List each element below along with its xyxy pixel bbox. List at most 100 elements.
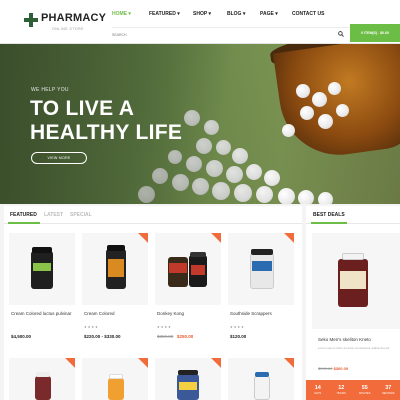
nav-home[interactable]: HOME ▾ bbox=[112, 11, 131, 17]
product-card[interactable] bbox=[155, 358, 221, 400]
tab-special[interactable]: SPECIAL bbox=[70, 212, 92, 218]
sale-ribbon bbox=[134, 233, 148, 247]
product-image[interactable] bbox=[155, 358, 221, 400]
product-rating: ★★★★ bbox=[157, 325, 172, 329]
product-card[interactable] bbox=[228, 358, 294, 400]
site-header: PHARMACY ONLINE STORE HOME ▾ FEATURED ▾ … bbox=[0, 0, 400, 44]
featured-products-panel: FEATURED LATEST SPECIAL Cream Colored lu… bbox=[4, 206, 302, 400]
product-lid bbox=[190, 252, 206, 257]
sale-ribbon bbox=[134, 358, 148, 372]
product-image[interactable] bbox=[228, 358, 294, 400]
product-lid bbox=[109, 374, 123, 379]
sale-ribbon bbox=[61, 358, 75, 372]
product-price: $120.00 bbox=[230, 334, 247, 339]
countdown-days: 14 DAYS bbox=[306, 380, 330, 400]
countdown-minutes: 55 MINUTES bbox=[353, 380, 377, 400]
product-label bbox=[340, 271, 366, 289]
product-card[interactable]: Cream Colored luctus pulvinar $4,500.00 bbox=[9, 233, 75, 353]
best-deals-header: BEST DEALS bbox=[306, 206, 400, 224]
deal-product-description: Lorem ipsum dolor sit amet consectetur a… bbox=[318, 346, 390, 350]
cart-button[interactable]: 0 ITEM(S) - $0.00 bbox=[350, 24, 400, 42]
product-old-price: $350.00 bbox=[157, 334, 174, 339]
search-icon[interactable] bbox=[338, 31, 344, 37]
product-tabs: FEATURED LATEST SPECIAL bbox=[4, 206, 302, 224]
countdown-seconds: 37 SECONDS bbox=[377, 380, 400, 400]
sale-ribbon bbox=[280, 358, 294, 372]
product-lid bbox=[178, 370, 198, 375]
deal-product-image[interactable] bbox=[312, 233, 400, 329]
product-image[interactable] bbox=[228, 233, 294, 305]
product-image[interactable] bbox=[82, 233, 148, 305]
best-deals-panel: BEST DEALS Seko Men's skeliton Kneto Lor… bbox=[306, 206, 400, 400]
deal-product-name[interactable]: Seko Men's skeliton Kneto bbox=[318, 337, 398, 342]
product-name[interactable]: Cream Colored bbox=[84, 310, 148, 317]
nav-featured[interactable]: FEATURED ▾ bbox=[149, 11, 180, 17]
deal-old-price: $390.00 bbox=[318, 366, 333, 371]
product-bottle bbox=[254, 376, 270, 400]
product-price: $220.00 - $330.00 bbox=[84, 334, 121, 339]
nav-shop[interactable]: SHOP ▾ bbox=[193, 11, 211, 17]
page: PHARMACY ONLINE STORE HOME ▾ FEATURED ▾ … bbox=[0, 0, 400, 400]
best-deals-title: BEST DEALS bbox=[313, 212, 345, 218]
countdown-value: 37 bbox=[385, 385, 392, 391]
countdown-value: 55 bbox=[361, 385, 368, 391]
logo-tagline: ONLINE STORE bbox=[52, 27, 84, 31]
product-lid bbox=[32, 247, 52, 253]
countdown-label: SECONDS bbox=[382, 392, 395, 395]
medical-cross-icon bbox=[24, 13, 38, 27]
active-tab-indicator bbox=[8, 222, 40, 224]
product-rating: ★★★★ bbox=[84, 325, 99, 329]
hero-kicker: WE HELP YOU bbox=[31, 87, 69, 93]
product-name[interactable]: Cream Colored luctus pulvinar bbox=[11, 310, 75, 317]
product-lid bbox=[251, 249, 273, 255]
product-card[interactable] bbox=[82, 358, 148, 400]
product-tub bbox=[250, 253, 274, 289]
tab-latest[interactable]: LATEST bbox=[44, 212, 63, 218]
product-image[interactable] bbox=[9, 358, 75, 400]
nav-contact-us[interactable]: CONTACT US bbox=[292, 11, 324, 17]
product-label bbox=[33, 263, 51, 271]
sale-ribbon bbox=[280, 233, 294, 247]
logo[interactable]: PHARMACY ONLINE STORE bbox=[24, 10, 114, 34]
search-input[interactable] bbox=[112, 30, 332, 40]
sale-ribbon bbox=[207, 233, 221, 247]
product-image[interactable] bbox=[82, 358, 148, 400]
countdown-value: 12 bbox=[338, 385, 345, 391]
product-bottle bbox=[108, 378, 124, 400]
product-image[interactable] bbox=[155, 233, 221, 305]
countdown-value: 14 bbox=[314, 385, 321, 391]
hero-banner: WE HELP YOU TO LIVE A HEALTHY LIFE VIEW … bbox=[0, 44, 400, 204]
countdown-label: HOURS bbox=[336, 392, 346, 395]
product-label bbox=[179, 382, 197, 390]
product-price: $4,500.00 bbox=[11, 334, 32, 339]
product-lid bbox=[36, 372, 50, 377]
tab-featured[interactable]: FEATURED bbox=[10, 212, 37, 218]
product-lid bbox=[107, 245, 125, 251]
product-card[interactable]: Donkey Kong ★★★★ $350.00 $250.00 bbox=[155, 233, 221, 353]
view-more-button[interactable]: VIEW MORE bbox=[31, 152, 87, 164]
countdown-hours: 12 HOURS bbox=[330, 380, 354, 400]
product-name[interactable]: Southside Scrappers bbox=[230, 310, 294, 317]
product-card[interactable]: Cream Colored ★★★★ $220.00 - $330.00 bbox=[82, 233, 148, 353]
product-lid bbox=[255, 372, 269, 377]
nav-blog[interactable]: BLOG ▾ bbox=[227, 11, 245, 17]
product-label bbox=[169, 263, 187, 273]
deal-countdown: 14 DAYS 12 HOURS 55 MINUTES 37 SECONDS bbox=[306, 380, 400, 400]
countdown-label: MINUTES bbox=[359, 392, 371, 395]
product-label bbox=[191, 265, 205, 275]
product-name[interactable]: Donkey Kong bbox=[157, 310, 221, 317]
sale-ribbon bbox=[207, 358, 221, 372]
product-image[interactable] bbox=[9, 233, 75, 305]
deal-new-price: $300.00 bbox=[333, 366, 349, 371]
product-label bbox=[108, 259, 124, 277]
hero-title-line1: TO LIVE A bbox=[30, 97, 135, 120]
product-card[interactable] bbox=[9, 358, 75, 400]
product-rating: ★★★★ bbox=[230, 325, 245, 329]
countdown-label: DAYS bbox=[314, 392, 322, 395]
search-bar bbox=[112, 27, 350, 41]
nav-page[interactable]: PAGE ▾ bbox=[260, 11, 278, 17]
product-lid bbox=[342, 253, 364, 260]
product-price: $250.00 bbox=[177, 334, 194, 339]
best-deals-indicator bbox=[311, 222, 347, 224]
product-card[interactable]: Southside Scrappers ★★★★ $120.00 bbox=[228, 233, 294, 353]
